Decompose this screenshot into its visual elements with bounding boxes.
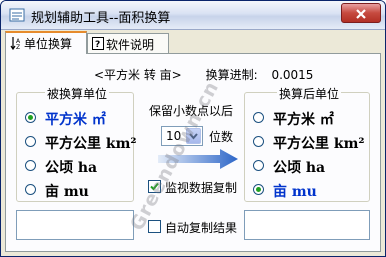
monitor-copy-label: 监视数据复制 bbox=[165, 181, 238, 195]
auto-copy-label: 自动复制结果 bbox=[165, 221, 238, 235]
ratio-label: 换算进制: bbox=[205, 68, 258, 82]
radio-button[interactable] bbox=[25, 160, 36, 171]
sort-az-icon: A Z bbox=[10, 37, 21, 50]
option-label: 公顷 ha bbox=[273, 160, 326, 176]
radio-button[interactable] bbox=[25, 184, 36, 195]
radio-button[interactable] bbox=[253, 112, 264, 123]
svg-text:Z: Z bbox=[16, 44, 20, 50]
tab-software-help[interactable]: ? 软件说明 bbox=[87, 33, 169, 54]
tab-bar: A Z 单位换算 ? 软件说明 bbox=[5, 31, 381, 54]
option-label: 平方米 ㎡ bbox=[45, 112, 106, 128]
close-icon bbox=[356, 9, 366, 19]
help-icon: ? bbox=[92, 37, 104, 50]
app-icon bbox=[9, 8, 25, 22]
source-group-title: 被换算单位 bbox=[45, 85, 110, 102]
title-bar[interactable]: 规划辅助工具--面积换算 bbox=[1, 1, 385, 30]
radio-button[interactable] bbox=[253, 136, 264, 147]
option-label: 平方公里 km² bbox=[45, 136, 137, 152]
option-label: 亩 mu bbox=[273, 184, 317, 200]
radio-button[interactable] bbox=[253, 184, 264, 195]
tab-label: 软件说明 bbox=[106, 38, 155, 52]
svg-text:?: ? bbox=[95, 40, 100, 50]
option-label: 平方米 ㎡ bbox=[273, 112, 334, 128]
close-button[interactable] bbox=[341, 3, 381, 23]
option-label: 公顷 ha bbox=[45, 160, 98, 176]
radio-button[interactable] bbox=[253, 160, 264, 171]
source-unit-group: 被换算单位 平方米 ㎡ 平方公里 km² 公顷 ha 亩 mu bbox=[16, 85, 137, 202]
target-unit-group: 换算后单位 平方米 ㎡ 平方公里 km² 公顷 ha 亩 mu bbox=[244, 85, 370, 202]
radio-button[interactable] bbox=[25, 112, 36, 123]
target-group-title: 换算后单位 bbox=[277, 85, 342, 102]
conversion-pair: <平方米 转 亩> bbox=[94, 68, 182, 82]
app-window: 规划辅助工具--面积换算 A Z 单位换算 ? 软件说明 <平方米 转 亩> 换… bbox=[0, 0, 386, 257]
window-title: 规划辅助工具--面积换算 bbox=[31, 11, 171, 26]
precision-unit: 位数 bbox=[209, 130, 234, 144]
option-label: 亩 mu bbox=[45, 184, 89, 200]
conversion-panel: <平方米 转 亩> 换算进制: 0.0015 被换算单位 平方米 ㎡ 平方公里 … bbox=[5, 53, 381, 252]
target-value-output[interactable] bbox=[244, 210, 370, 240]
ratio-value: 0.0015 bbox=[271, 68, 314, 82]
source-value-input[interactable] bbox=[16, 210, 134, 240]
tab-label: 单位换算 bbox=[24, 37, 73, 51]
radio-button[interactable] bbox=[25, 136, 36, 147]
option-label: 平方公里 km² bbox=[273, 136, 365, 152]
tab-unit-conversion[interactable]: A Z 单位换算 bbox=[5, 31, 87, 54]
